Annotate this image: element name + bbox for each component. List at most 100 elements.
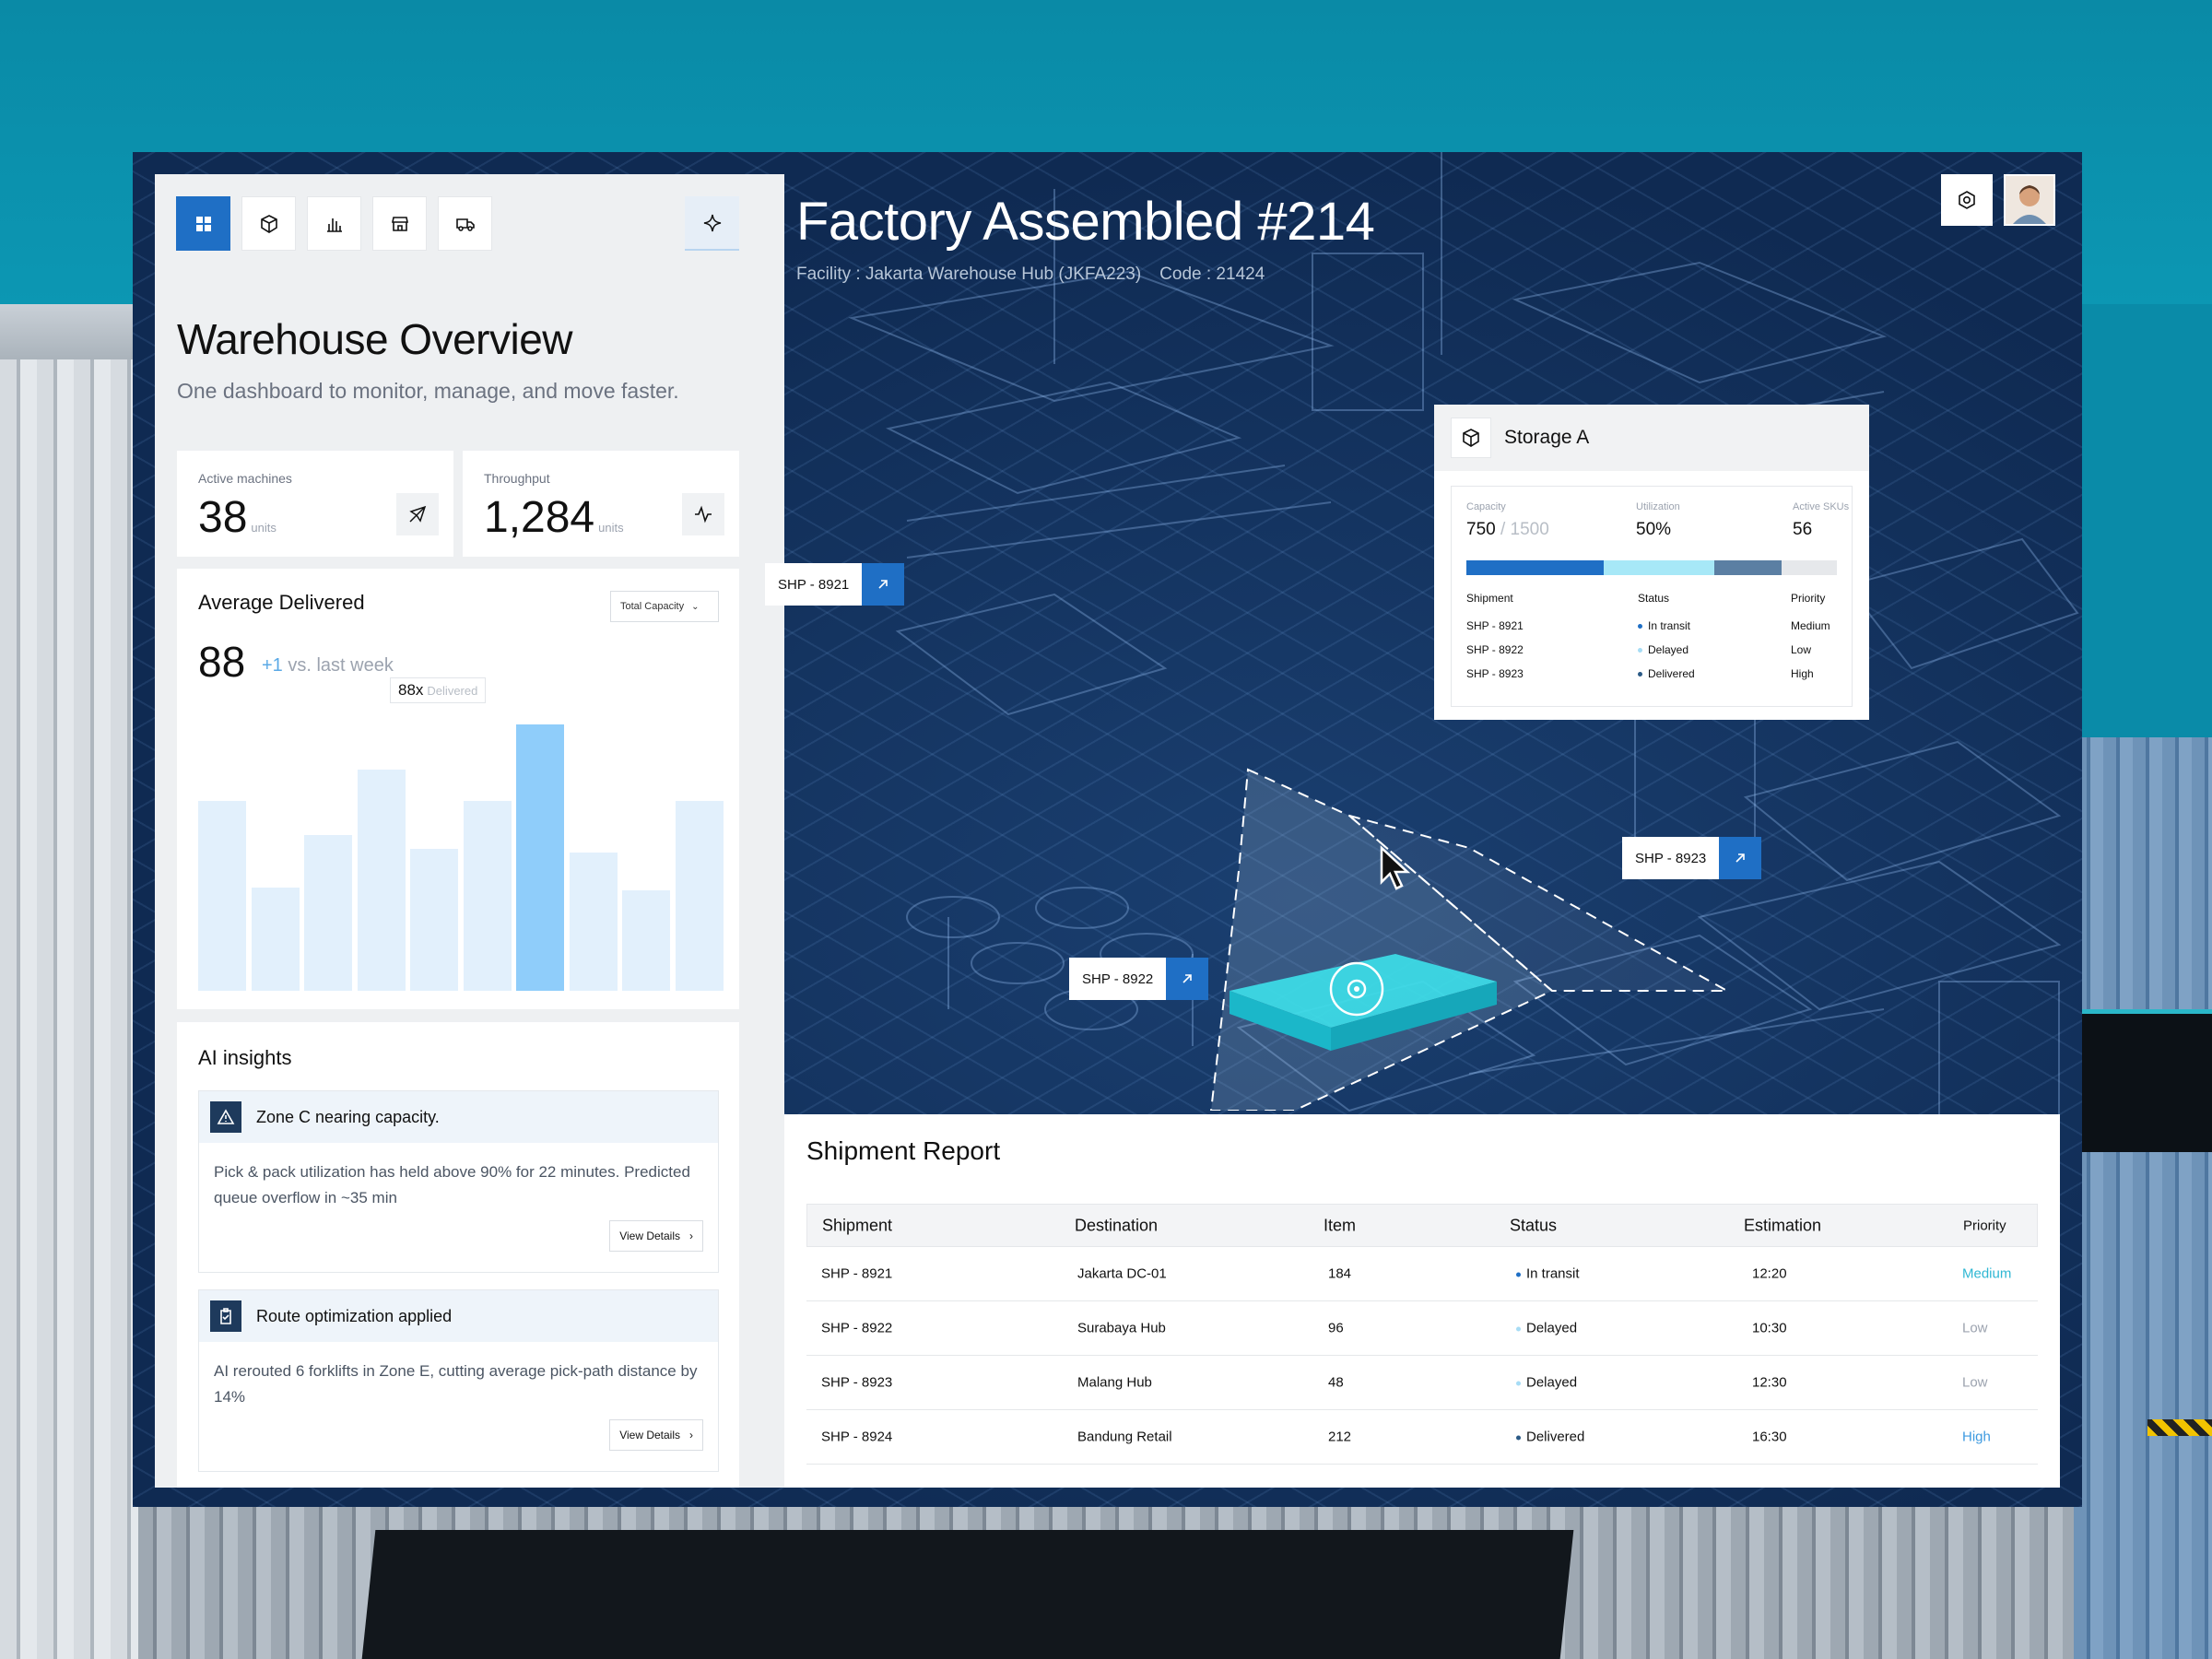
table-row[interactable]: SHP - 8924 Bandung Retail 212 Delivered 16:3… <box>806 1410 2038 1465</box>
mouse-cursor-icon <box>1380 845 1411 890</box>
cell-status: Delayed <box>1516 1321 1577 1336</box>
cell-item: 48 <box>1328 1374 1344 1391</box>
storage-details: Capacity 750 / 1500 Utilization 50% Acti… <box>1451 486 1853 707</box>
selected-zone[interactable] <box>1193 687 1746 1111</box>
map-tag-shipment[interactable]: SHP - 8921 <box>765 563 905 606</box>
caution-stripe <box>2147 1419 2212 1436</box>
col-status[interactable]: Status <box>1510 1216 1557 1235</box>
map-tag-shipment[interactable]: SHP - 8923 <box>1622 837 1762 879</box>
col-estimation[interactable]: Estimation <box>1744 1216 1821 1235</box>
average-delivered-card: Average Delivered Total Capacity ⌄ 88 +1 … <box>177 569 739 1009</box>
col-shipment[interactable]: Shipment <box>822 1216 892 1235</box>
cell-priority: Medium <box>1962 1265 2012 1282</box>
stat-label: Active machines <box>198 471 292 486</box>
report-title: Shipment Report <box>806 1136 1001 1165</box>
background-container-left <box>0 304 138 1659</box>
stat-throughput: Throughput 1,284 units <box>463 451 739 557</box>
page-subtitle: One dashboard to monitor, manage, and mo… <box>177 379 679 403</box>
chart-bar[interactable] <box>357 770 406 991</box>
insight-body: AI rerouted 6 forklifts in Zone E, cutti… <box>199 1342 718 1471</box>
chart-bar[interactable] <box>516 724 564 991</box>
map-tag-shipment[interactable]: SHP - 8922 <box>1069 958 1209 1000</box>
arrow-up-right-icon[interactable] <box>1719 837 1762 879</box>
col-item[interactable]: Item <box>1324 1216 1356 1235</box>
chart-bar[interactable] <box>675 800 724 991</box>
chevron-right-icon: › <box>689 1429 693 1441</box>
cell-status: Delivered <box>1516 1430 1584 1445</box>
chart-tooltip: 88x Delivered <box>390 677 487 703</box>
gear-icon <box>1959 191 1975 209</box>
cell-priority: High <box>1962 1429 1991 1445</box>
arrow-up-right-icon[interactable] <box>1166 958 1209 1000</box>
cell-priority: Low <box>1962 1374 1988 1391</box>
view-details-button[interactable]: View Details › <box>609 1220 703 1252</box>
nav-dashboard[interactable] <box>176 196 230 251</box>
cell-shipment: SHP - 8923 <box>821 1374 893 1391</box>
status-text: Delayed <box>1526 1374 1578 1391</box>
chart-bar[interactable] <box>622 890 670 991</box>
col-shipment: Shipment <box>1466 592 1513 605</box>
delta-value: +1 <box>262 655 283 676</box>
facility-info: Facility : Jakarta Warehouse Hub (JKFA22… <box>796 265 1265 285</box>
warning-icon <box>210 1101 241 1133</box>
chart-bar[interactable] <box>198 800 246 991</box>
col-priority[interactable]: Priority <box>1963 1218 2006 1233</box>
chart-bar[interactable] <box>463 800 512 991</box>
ai-assistant-button[interactable] <box>685 196 739 251</box>
insight-item: Zone C nearing capacity. Pick & pack uti… <box>198 1090 719 1273</box>
stat-action-button[interactable] <box>682 493 724 535</box>
table-row[interactable]: SHP - 8922 Surabaya Hub 96 Delayed 10:30 Low <box>806 1301 2038 1356</box>
capacity-bar <box>1466 560 1837 575</box>
activity-icon <box>695 505 712 524</box>
plane-icon <box>409 505 427 523</box>
storage-title: Storage A <box>1504 427 1590 448</box>
delivered-bar-chart: 88x Delivered <box>198 677 724 991</box>
view-details-button[interactable]: View Details › <box>609 1419 703 1451</box>
ai-insights-card: AI insights Zone C nearing capacity. Pic… <box>177 1022 739 1488</box>
table-row[interactable]: SHP - 8923 Malang Hub 48 Delayed 12:30 Low <box>806 1356 2038 1410</box>
user-avatar-icon <box>2006 176 2053 224</box>
utilization-label: Utilization <box>1636 501 1680 512</box>
tooltip-value: 88x <box>398 681 424 699</box>
status-text: In transit <box>1526 1265 1580 1282</box>
status-text: Delivered <box>1648 667 1695 680</box>
stat-action-button[interactable] <box>396 493 439 535</box>
status-text: Delivered <box>1526 1429 1585 1445</box>
status-dot <box>1516 1435 1521 1441</box>
chevron-right-icon: › <box>689 1230 693 1242</box>
col-destination[interactable]: Destination <box>1075 1216 1158 1235</box>
capacity-segment <box>1781 560 1837 575</box>
row-shipment: SHP - 8922 <box>1466 643 1524 656</box>
nav-analytics[interactable] <box>307 196 361 251</box>
clipboard-check-icon <box>210 1300 241 1332</box>
chevron-down-icon: ⌄ <box>691 601 700 612</box>
card-title: Average Delivered <box>198 591 365 614</box>
button-label: View Details <box>619 1230 680 1242</box>
chart-bar[interactable] <box>251 887 300 991</box>
settings-button[interactable] <box>1941 174 1993 226</box>
facility-code: Code : 21424 <box>1159 265 1265 284</box>
truck-icon <box>455 218 475 231</box>
chart-bar[interactable] <box>569 853 618 991</box>
chart-bar[interactable] <box>304 835 352 991</box>
cell-estimation: 10:30 <box>1752 1320 1787 1336</box>
status-dot <box>1516 1326 1521 1332</box>
avatar[interactable] <box>2004 174 2055 226</box>
capacity-dropdown[interactable]: Total Capacity ⌄ <box>610 591 719 622</box>
cell-estimation: 12:30 <box>1752 1374 1787 1391</box>
nav-inventory[interactable] <box>241 196 296 251</box>
arrow-up-right-icon[interactable] <box>862 563 905 606</box>
table-row[interactable]: SHP - 8921 Jakarta DC-01 184 In transit 12:2… <box>806 1247 2038 1301</box>
box-icon <box>1451 418 1491 458</box>
tooltip-label: Delivered <box>427 683 478 698</box>
utilization-value: 50% <box>1636 520 1672 539</box>
chart-bar[interactable] <box>410 849 458 991</box>
cell-destination: Jakarta DC-01 <box>1077 1265 1167 1282</box>
nav-delivery[interactable] <box>438 196 492 251</box>
cell-priority: Low <box>1962 1320 1988 1336</box>
shipment-report: Shipment Report Shipment Destination Ite… <box>784 1114 2060 1488</box>
row-shipment: SHP - 8923 <box>1466 667 1524 680</box>
nav-store[interactable] <box>372 196 427 251</box>
page-title: Warehouse Overview <box>177 315 573 363</box>
status-dot <box>1516 1381 1521 1386</box>
